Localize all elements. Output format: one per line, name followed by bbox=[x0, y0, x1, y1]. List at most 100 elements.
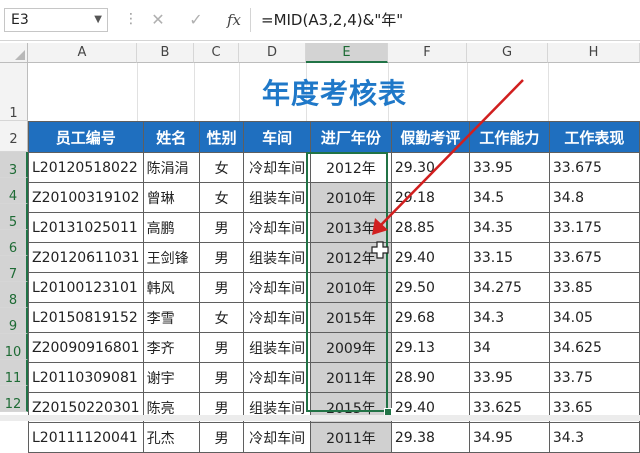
cell-b[interactable]: 韩风 bbox=[142, 272, 200, 303]
cell-a[interactable]: L20150819152 bbox=[28, 302, 144, 333]
row-header-3[interactable]: 3 bbox=[0, 152, 28, 178]
cell-b[interactable]: 李雪 bbox=[142, 302, 200, 333]
cell-a[interactable]: Z20120611031 bbox=[28, 242, 144, 273]
cell-a[interactable]: L20120518022 bbox=[28, 152, 144, 183]
header-cell[interactable]: 工作表现 bbox=[548, 121, 640, 153]
row-header-2[interactable]: 2 bbox=[0, 121, 28, 152]
cell-b[interactable]: 李齐 bbox=[142, 332, 200, 363]
row-header-11[interactable]: 11 bbox=[0, 360, 28, 386]
column-header-a[interactable]: A bbox=[28, 43, 137, 63]
cell-h[interactable]: 34.625 bbox=[548, 332, 640, 363]
cell-e[interactable]: 2013年 bbox=[310, 212, 392, 243]
cell-f[interactable]: 29.30 bbox=[390, 152, 470, 183]
row-header-5[interactable]: 5 bbox=[0, 204, 28, 230]
cell-e[interactable]: 2012年 bbox=[310, 152, 392, 183]
cell-b[interactable]: 孔杰 bbox=[142, 422, 200, 453]
column-header-g[interactable]: G bbox=[467, 43, 548, 63]
cell-d[interactable]: 冷却车间 bbox=[243, 422, 312, 453]
cell-f[interactable]: 29.68 bbox=[390, 302, 470, 333]
cell-b[interactable]: 高鹏 bbox=[142, 212, 200, 243]
cell-d[interactable]: 冷却车间 bbox=[243, 302, 312, 333]
cell-d[interactable]: 冷却车间 bbox=[243, 362, 312, 393]
row-header-6[interactable]: 6 bbox=[0, 230, 28, 256]
column-header-e[interactable]: E bbox=[306, 43, 388, 63]
cell-g[interactable]: 34.5 bbox=[468, 182, 550, 213]
header-cell[interactable]: 假勤考评 bbox=[390, 121, 470, 153]
cell-d[interactable]: 组装车间 bbox=[243, 332, 312, 363]
cell-h[interactable]: 33.85 bbox=[548, 272, 640, 303]
header-cell[interactable]: 性别 bbox=[198, 121, 245, 153]
cell-g[interactable]: 34.95 bbox=[468, 422, 550, 453]
cell-f[interactable]: 29.38 bbox=[390, 422, 470, 453]
cell-h[interactable]: 33.175 bbox=[548, 212, 640, 243]
cell-e[interactable]: 2011年 bbox=[310, 362, 392, 393]
header-cell[interactable]: 姓名 bbox=[142, 121, 200, 153]
cell-g[interactable]: 33.15 bbox=[468, 242, 550, 273]
cell-g[interactable]: 34 bbox=[468, 332, 550, 363]
cell-e[interactable]: 2015年 bbox=[310, 302, 392, 333]
row-header-10[interactable]: 10 bbox=[0, 334, 28, 360]
cell-h[interactable]: 33.675 bbox=[548, 242, 640, 273]
cell-a[interactable]: L20110309081 bbox=[28, 362, 144, 393]
cell-g[interactable]: 33.95 bbox=[468, 152, 550, 183]
cell-f[interactable]: 29.18 bbox=[390, 182, 470, 213]
row-header-7[interactable]: 7 bbox=[0, 256, 28, 282]
header-cell[interactable]: 进厂年份 bbox=[310, 121, 392, 153]
cell-b[interactable]: 陈涓涓 bbox=[142, 152, 200, 183]
cell-f[interactable]: 29.50 bbox=[390, 272, 470, 303]
row-header-4[interactable]: 4 bbox=[0, 178, 28, 204]
sheet-title[interactable]: 年度考核表 bbox=[29, 63, 640, 121]
cancel-icon[interactable]: ✕ bbox=[146, 8, 170, 32]
cell-c[interactable]: 男 bbox=[198, 332, 245, 363]
cell-d[interactable]: 组装车间 bbox=[243, 242, 312, 273]
cell-c[interactable]: 男 bbox=[198, 272, 245, 303]
cell-c[interactable]: 女 bbox=[198, 302, 245, 333]
cell-e[interactable]: 2011年 bbox=[310, 422, 392, 453]
cell-g[interactable]: 34.275 bbox=[468, 272, 550, 303]
cell-h[interactable]: 34.8 bbox=[548, 182, 640, 213]
cell-h[interactable]: 34.05 bbox=[548, 302, 640, 333]
column-header-c[interactable]: C bbox=[194, 43, 239, 63]
cell-f[interactable]: 28.90 bbox=[390, 362, 470, 393]
cell-d[interactable]: 冷却车间 bbox=[243, 212, 312, 243]
enter-icon[interactable]: ✓ bbox=[184, 8, 208, 32]
row-header-8[interactable]: 8 bbox=[0, 282, 28, 308]
row-header-9[interactable]: 9 bbox=[0, 308, 28, 334]
cell-c[interactable]: 男 bbox=[198, 212, 245, 243]
column-header-f[interactable]: F bbox=[388, 43, 467, 63]
cell-e[interactable]: 2009年 bbox=[310, 332, 392, 363]
cell-f[interactable]: 29.13 bbox=[390, 332, 470, 363]
insert-function-icon[interactable]: fx bbox=[222, 8, 246, 32]
header-cell[interactable]: 车间 bbox=[243, 121, 312, 153]
column-header-b[interactable]: B bbox=[137, 43, 194, 63]
cell-a[interactable]: Z20090916801 bbox=[28, 332, 144, 363]
cell-a[interactable]: Z20100319102 bbox=[28, 182, 144, 213]
cell-d[interactable]: 冷却车间 bbox=[243, 152, 312, 183]
cell-f[interactable]: 29.40 bbox=[390, 242, 470, 273]
cell-f[interactable]: 28.85 bbox=[390, 212, 470, 243]
row-header-1[interactable]: 1 bbox=[0, 63, 28, 121]
cell-c[interactable]: 女 bbox=[198, 152, 245, 183]
cell-a[interactable]: L20111120041 bbox=[28, 422, 144, 453]
cell-c[interactable]: 男 bbox=[198, 242, 245, 273]
cell-c[interactable]: 男 bbox=[198, 362, 245, 393]
select-all-button[interactable] bbox=[0, 43, 28, 63]
cell-d[interactable]: 组装车间 bbox=[243, 182, 312, 213]
cell-c[interactable]: 男 bbox=[198, 422, 245, 453]
header-cell[interactable]: 工作能力 bbox=[468, 121, 550, 153]
row-header-12[interactable]: 12 bbox=[0, 386, 28, 412]
header-cell[interactable]: 员工编号 bbox=[28, 121, 144, 153]
cell-b[interactable]: 曾琳 bbox=[142, 182, 200, 213]
cell-g[interactable]: 34.3 bbox=[468, 302, 550, 333]
cell-d[interactable]: 冷却车间 bbox=[243, 272, 312, 303]
column-header-d[interactable]: D bbox=[239, 43, 306, 63]
cell-h[interactable]: 33.675 bbox=[548, 152, 640, 183]
cell-a[interactable]: L20100123101 bbox=[28, 272, 144, 303]
cell-e[interactable]: 2010年 bbox=[310, 272, 392, 303]
name-box[interactable]: E3 ▼ bbox=[4, 8, 108, 32]
cell-e[interactable]: 2010年 bbox=[310, 182, 392, 213]
cell-c[interactable]: 女 bbox=[198, 182, 245, 213]
cell-h[interactable]: 33.75 bbox=[548, 362, 640, 393]
cell-g[interactable]: 34.35 bbox=[468, 212, 550, 243]
cell-g[interactable]: 33.95 bbox=[468, 362, 550, 393]
